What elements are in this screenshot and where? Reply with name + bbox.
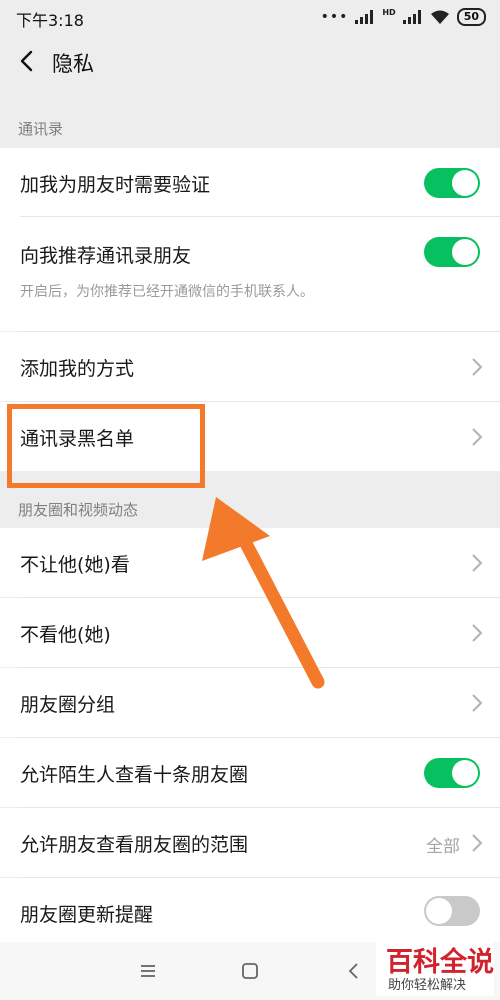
toggle-knob (452, 170, 478, 196)
row-add-me-ways[interactable]: 添加我的方式 (0, 332, 500, 401)
recommend-contacts-toggle[interactable] (424, 237, 480, 267)
row-label: 朋友圈更新提醒 (20, 904, 154, 926)
row-hide-from[interactable]: 不让他(她)看 (0, 528, 500, 597)
section-header-contacts: 通讯录 (0, 90, 500, 148)
home-icon[interactable] (239, 960, 261, 982)
chevron-right-icon (472, 834, 483, 852)
top-navbar: 隐私 (0, 34, 500, 90)
moments-update-toggle[interactable] (424, 896, 480, 926)
section-title-moments: 朋友圈和视频动态 (18, 501, 139, 519)
toggle-knob (452, 239, 478, 265)
watermark: 百科全说 助你轻松解决 (376, 938, 494, 996)
chevron-right-icon (472, 694, 483, 712)
wifi-icon (430, 10, 449, 24)
row-label: 添加我的方式 (20, 358, 135, 380)
toggle-knob (452, 760, 478, 786)
back-arrow-icon[interactable] (14, 47, 42, 75)
stranger-ten-toggle[interactable] (424, 758, 480, 788)
row-label: 不看他(她) (20, 624, 111, 646)
row-moments-groups[interactable]: 朋友圈分组 (0, 668, 500, 737)
menu-icon[interactable] (137, 960, 159, 982)
chevron-right-icon (472, 624, 483, 642)
row-stranger-ten[interactable]: 允许陌生人查看十条朋友圈 (0, 738, 500, 807)
row-sublabel: 开启后，为你推荐已经开通微信的手机联系人。 (20, 284, 314, 300)
chevron-right-icon (472, 428, 483, 446)
row-label: 允许陌生人查看十条朋友圈 (20, 764, 249, 786)
row-moments-range[interactable]: 允许朋友查看朋友圈的范围 全部 (0, 808, 500, 877)
row-verify-friend[interactable]: 加我为朋友时需要验证 (0, 148, 500, 217)
back-icon[interactable] (343, 960, 365, 982)
hd-badge: HD (382, 7, 396, 17)
watermark-subtitle: 助你轻松解决 (388, 978, 467, 993)
verify-friend-toggle[interactable] (424, 168, 480, 198)
chevron-right-icon (472, 554, 483, 572)
row-moments-update[interactable]: 朋友圈更新提醒 (0, 878, 500, 942)
battery-icon: 50 (456, 8, 486, 26)
row-dont-see[interactable]: 不看他(她) (0, 598, 500, 667)
section-title-contacts: 通讯录 (18, 120, 64, 138)
notification-dots-icon: ••• (320, 9, 349, 25)
signal-icon-2 (402, 10, 421, 24)
status-time: 下午3:18 (16, 11, 84, 30)
row-label: 允许朋友查看朋友圈的范围 (20, 834, 249, 856)
highlight-box (7, 404, 205, 488)
toggle-knob (426, 898, 452, 924)
chevron-right-icon (472, 358, 483, 376)
row-label: 不让他(她)看 (20, 554, 130, 576)
row-label: 向我推荐通讯录朋友 (20, 245, 192, 267)
page-title: 隐私 (52, 52, 94, 76)
row-recommend-contacts[interactable]: 向我推荐通讯录朋友 开启后，为你推荐已经开通微信的手机联系人。 (0, 217, 500, 331)
status-bar: 下午3:18 ••• HD 50 (0, 0, 500, 34)
row-label: 朋友圈分组 (20, 694, 116, 716)
status-icons: ••• HD 50 (321, 8, 486, 26)
row-label: 加我为朋友时需要验证 (20, 174, 211, 196)
moments-range-value: 全部 (426, 837, 460, 857)
signal-icon (355, 10, 374, 24)
